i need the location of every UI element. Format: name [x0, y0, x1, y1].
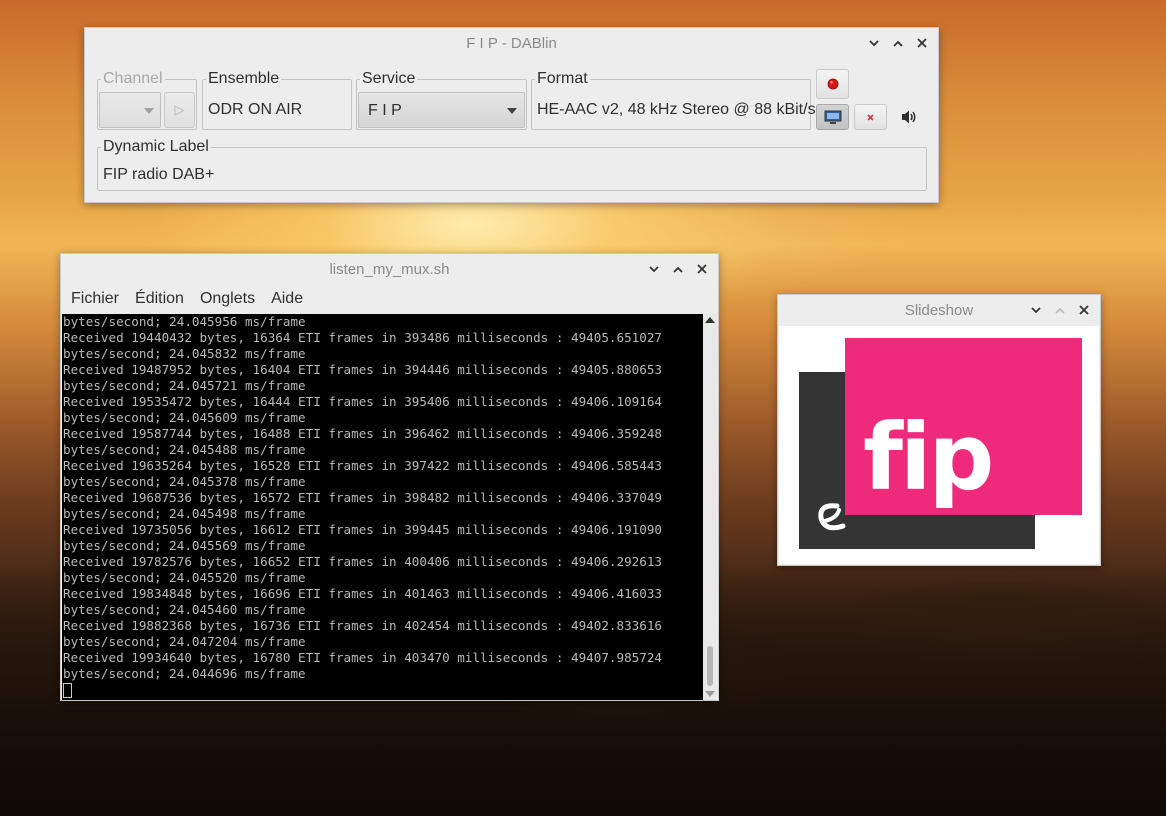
slideshow-window-title: Slideshow	[904, 301, 974, 319]
channel-group: Channel ▷	[97, 70, 197, 130]
slideshow-toggle-button[interactable]	[816, 104, 849, 130]
chevron-up-icon	[673, 266, 683, 273]
menu-fichier[interactable]: Fichier	[71, 290, 119, 308]
terminal-line: Received 19882368 bytes, 16736 ETI frame…	[63, 618, 662, 633]
record-button[interactable]	[816, 69, 849, 99]
terminal-line: bytes/second; 24.045498 ms/frame	[63, 506, 306, 521]
close-button[interactable]	[692, 259, 712, 279]
ensemble-label: Ensemble	[206, 70, 282, 88]
dablin-window-controls	[864, 28, 932, 58]
scroll-thumb[interactable]	[707, 646, 713, 686]
minimize-button[interactable]	[644, 259, 664, 279]
channel-label: Channel	[101, 70, 165, 88]
maximize-button[interactable]	[1050, 300, 1070, 320]
terminal-output[interactable]: bytes/second; 24.045956 ms/frame Received…	[62, 314, 704, 700]
terminal-line: Received 19782576 bytes, 16652 ETI frame…	[63, 554, 662, 569]
slideshow-window: Slideshow fip	[777, 294, 1101, 566]
scroll-down-icon[interactable]	[705, 691, 715, 697]
terminal-line: bytes/second; 24.045569 ms/frame	[63, 538, 306, 553]
terminal-line: bytes/second; 24.045520 ms/frame	[63, 570, 306, 585]
terminal-line: bytes/second; 24.045488 ms/frame	[63, 442, 306, 457]
chevron-up-icon	[893, 40, 903, 47]
terminal-window-title: listen_my_mux.sh	[329, 260, 450, 278]
terminal-line: bytes/second; 24.045832 ms/frame	[63, 346, 306, 361]
format-label: Format	[535, 70, 590, 88]
stop-button[interactable]	[854, 104, 887, 130]
record-icon	[827, 78, 838, 90]
terminal-line: Received 19934640 bytes, 16780 ETI frame…	[63, 650, 662, 665]
close-button[interactable]	[1074, 300, 1094, 320]
logo-text: fip	[863, 404, 991, 511]
close-icon	[697, 264, 707, 274]
menu-aide[interactable]: Aide	[271, 290, 303, 308]
maximize-button[interactable]	[888, 33, 908, 53]
service-value: F I P	[368, 102, 402, 119]
dynamic-label-group: Dynamic Label FIP radio DAB+	[97, 138, 927, 191]
close-small-icon	[867, 113, 874, 121]
terminal-titlebar[interactable]: listen_my_mux.sh	[61, 254, 718, 284]
service-select[interactable]: F I P	[358, 92, 525, 128]
dablin-titlebar[interactable]: F I P - DABlin	[85, 28, 938, 58]
chevron-down-icon	[507, 108, 517, 114]
terminal-line: bytes/second; 24.044696 ms/frame	[63, 666, 306, 681]
fip-logo: fip	[799, 338, 1082, 549]
terminal-line: bytes/second; 24.045460 ms/frame	[63, 602, 306, 617]
dynamic-label-value: FIP radio DAB+	[103, 166, 215, 183]
terminal-line: Received 19834848 bytes, 16696 ETI frame…	[63, 586, 662, 601]
ensemble-value: ODR ON AIR	[208, 101, 303, 118]
speaker-icon	[902, 110, 916, 124]
terminal-line: Received 19587744 bytes, 16488 ETI frame…	[63, 426, 662, 441]
chevron-down-icon	[649, 265, 659, 272]
service-label: Service	[360, 70, 418, 88]
terminal-window: listen_my_mux.sh Fichier Édition Onglets…	[60, 253, 719, 701]
tune-channel-button[interactable]: ▷	[164, 92, 195, 128]
minimize-button[interactable]	[1026, 300, 1046, 320]
monitor-icon	[824, 110, 841, 124]
scroll-up-icon[interactable]	[705, 317, 715, 323]
terminal-line: bytes/second; 24.047204 ms/frame	[63, 634, 306, 649]
format-value: HE-AAC v2, 48 kHz Stereo @ 88 kBit/s	[537, 101, 816, 118]
dynamic-label-title: Dynamic Label	[101, 138, 211, 156]
terminal-line: Received 19635264 bytes, 16528 ETI frame…	[63, 458, 662, 473]
close-icon	[1079, 305, 1089, 315]
dablin-window: F I P - DABlin Channel ▷ Ensemble ODR ON…	[84, 27, 939, 203]
volume-button[interactable]	[897, 107, 921, 127]
slideshow-titlebar[interactable]: Slideshow	[778, 295, 1100, 325]
terminal-window-controls	[644, 254, 712, 284]
slideshow-image: fip	[779, 326, 1099, 564]
close-icon	[917, 38, 927, 48]
chevron-up-icon	[1055, 307, 1065, 314]
format-group: Format HE-AAC v2, 48 kHz Stereo @ 88 kBi…	[531, 70, 816, 130]
terminal-line: bytes/second; 24.045721 ms/frame	[63, 378, 306, 393]
terminal-prompt-line	[63, 682, 704, 698]
channel-select[interactable]	[99, 92, 161, 128]
terminal-line: Received 19687536 bytes, 16572 ETI frame…	[63, 490, 662, 505]
chevron-down-icon	[144, 108, 154, 114]
terminal-line: Received 19487952 bytes, 16404 ETI frame…	[63, 362, 662, 377]
terminal-line: bytes/second; 24.045609 ms/frame	[63, 410, 306, 425]
service-group: Service F I P	[356, 70, 527, 130]
chevron-down-icon	[1031, 306, 1041, 313]
minimize-button[interactable]	[864, 33, 884, 53]
close-button[interactable]	[912, 33, 932, 53]
ensemble-group: Ensemble ODR ON AIR	[202, 70, 352, 130]
terminal-menubar: Fichier Édition Onglets Aide	[61, 284, 718, 314]
terminal-cursor	[63, 683, 72, 698]
terminal-line: Received 19440432 bytes, 16364 ETI frame…	[63, 330, 662, 345]
play-icon: ▷	[174, 102, 185, 117]
terminal-line: bytes/second; 24.045378 ms/frame	[63, 474, 306, 489]
terminal-line: bytes/second; 24.045956 ms/frame	[63, 314, 306, 329]
maximize-button[interactable]	[668, 259, 688, 279]
terminal-line: Received 19735056 bytes, 16612 ETI frame…	[63, 522, 662, 537]
slideshow-window-controls	[1026, 295, 1094, 325]
menu-edition[interactable]: Édition	[135, 290, 184, 308]
dablin-window-title: F I P - DABlin	[466, 34, 557, 52]
terminal-line: Received 19535472 bytes, 16444 ETI frame…	[63, 394, 662, 409]
chevron-down-icon	[869, 39, 879, 46]
terminal-scrollbar[interactable]	[703, 314, 717, 700]
menu-onglets[interactable]: Onglets	[200, 290, 255, 308]
